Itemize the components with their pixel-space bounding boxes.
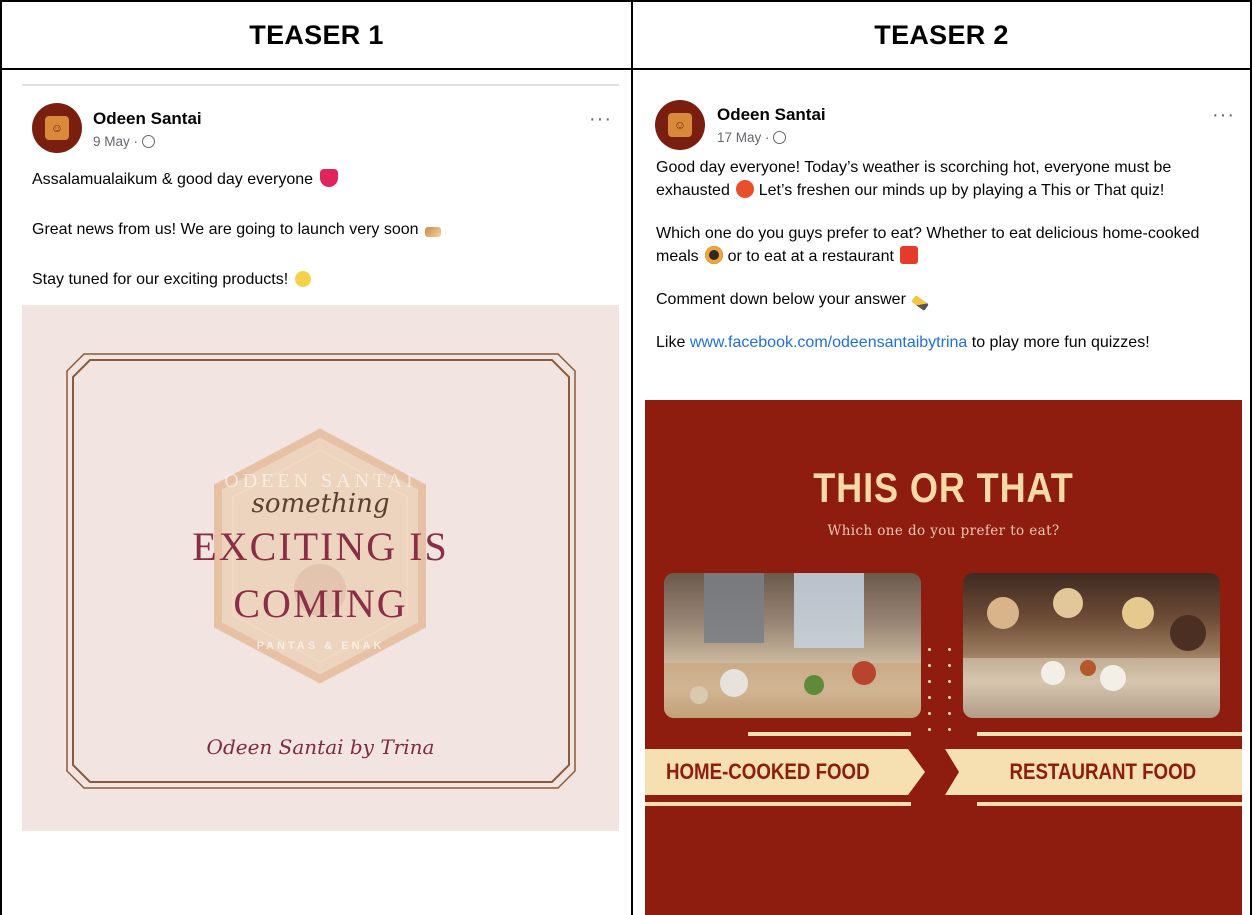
globe-icon	[141, 135, 155, 148]
quiz-title: THIS OR THAT	[813, 464, 1074, 511]
script-text: something	[251, 489, 390, 519]
quiz-subtitle: Which one do you prefer to eat?	[827, 523, 1060, 539]
fries-icon	[900, 246, 919, 264]
dotted-divider	[928, 648, 954, 758]
facebook-post-2: ☺ Odeen Santai 17 May · ··· Good day eve…	[645, 84, 1242, 915]
option-restaurant-food[interactable]: RESTAURANT FOOD	[963, 749, 1242, 795]
facebook-post-1: ☺ Odeen Santai 9 May · ··· Assalamualaik…	[22, 84, 619, 831]
skewer-food-icon	[425, 227, 442, 237]
more-options-icon[interactable]: ···	[589, 109, 612, 129]
pencil-icon	[911, 295, 930, 311]
author-name[interactable]: Odeen Santai	[93, 109, 202, 129]
author-name[interactable]: Odeen Santai	[717, 105, 826, 125]
post-paragraph: Good day everyone! Today’s weather is sc…	[656, 159, 1172, 199]
post-paragraph: Which one do you guys prefer to eat? Whe…	[656, 225, 1200, 265]
header-divider	[0, 68, 1252, 70]
brand-logo-icon: ☺	[45, 116, 69, 140]
cooking-icon	[705, 246, 724, 264]
restaurant-dining-photo	[963, 573, 1220, 718]
post-paragraph: Like www.facebook.com/odeensantaibytrina…	[656, 334, 1150, 351]
home-cooking-photo	[664, 573, 921, 718]
post-image-this-or-that[interactable]: THIS OR THAT Which one do you prefer to …	[645, 400, 1242, 915]
decorative-line	[645, 802, 911, 806]
column-header-teaser-1: TEASER 1	[249, 20, 384, 50]
post-line: Stay tuned for our exciting products!	[32, 268, 612, 291]
post-top-border	[22, 84, 619, 86]
post-date[interactable]: 17 May	[717, 130, 761, 145]
hot-face-icon	[736, 180, 755, 198]
post-meta: 17 May ·	[717, 130, 787, 145]
watermark-tagline: PANTAS & ENAK	[256, 640, 385, 652]
left-banner-arrow	[890, 749, 925, 795]
facebook-page-link[interactable]: www.facebook.com/odeensantaibytrina	[690, 334, 968, 351]
column-divider	[631, 0, 633, 915]
red-heart-icon	[319, 169, 338, 187]
brand-logo-icon: ☺	[668, 113, 692, 137]
option-home-cooked-food[interactable]: HOME-COOKED FOOD	[645, 749, 890, 795]
avatar[interactable]: ☺	[655, 100, 705, 150]
decorative-line	[748, 732, 911, 736]
post-body: Assalamualaikum & good day everyone Grea…	[32, 168, 612, 291]
post-body: Good day everyone! Today’s weather is sc…	[656, 156, 1231, 354]
post-line: Assalamualaikum & good day everyone	[32, 168, 612, 191]
decorative-line	[977, 732, 1242, 736]
post-meta: 9 May ·	[93, 134, 155, 149]
right-banner-notch	[945, 749, 963, 795]
post-image-exciting-is-coming[interactable]: ODEEN SANTAI something EXCITING IS COMIN…	[22, 305, 619, 831]
post-line: Great news from us! We are going to laun…	[32, 218, 612, 241]
post-date[interactable]: 9 May	[93, 134, 130, 149]
globe-icon	[773, 131, 787, 144]
post-paragraph: Comment down below your answer	[656, 288, 1231, 311]
avatar[interactable]: ☺	[32, 103, 82, 153]
signature-text: Odeen Santai by Trina	[206, 735, 435, 759]
dizzy-star-icon	[294, 271, 311, 287]
headline-line-1: EXCITING IS	[192, 524, 449, 569]
headline-line-2: COMING	[233, 581, 408, 626]
column-header-teaser-2: TEASER 2	[874, 20, 1009, 50]
decorative-line	[977, 802, 1242, 806]
more-options-icon[interactable]: ···	[1212, 105, 1235, 125]
